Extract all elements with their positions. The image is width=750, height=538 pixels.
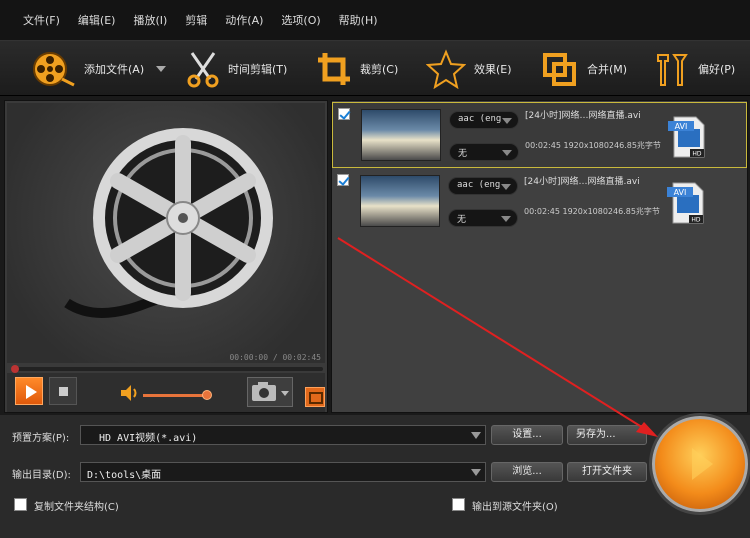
star-icon — [426, 49, 466, 89]
menu-edit[interactable]: 编辑(E) — [69, 12, 125, 28]
tools-icon — [657, 54, 688, 86]
chevron-down-icon — [502, 118, 512, 124]
subtitle-value: 无 — [457, 215, 467, 225]
file-list: aac (eng 无 [24小时]网络…网络直播.avi 00:02:45 19… — [331, 100, 748, 413]
svg-text:HD: HD — [692, 151, 702, 158]
file-name: [24小时]网络…网络直播.avi — [524, 177, 640, 187]
progress-bar[interactable] — [11, 365, 323, 373]
volume-icon[interactable] — [119, 384, 139, 402]
browse-button[interactable]: 浏览... — [491, 462, 563, 482]
chevron-down-icon — [501, 184, 511, 190]
copy-structure-checkbox[interactable] — [14, 498, 27, 511]
stop-button[interactable] — [49, 377, 77, 405]
playback-controls — [7, 373, 325, 412]
video-preview — [7, 103, 325, 363]
file-info: 00:02:45 1920x1080246.85兆字节 — [524, 207, 660, 216]
menu-clip[interactable]: 剪辑 — [176, 12, 216, 28]
video-thumbnail — [360, 175, 440, 227]
preset-value: HD AVI视频(*.avi) — [99, 433, 198, 444]
play-icon — [692, 448, 713, 480]
list-item[interactable]: aac (eng 无 [24小时]网络…网络直播.avi 00:02:45 19… — [332, 102, 747, 168]
subtitle-select[interactable]: 无 — [448, 209, 518, 227]
merge-button[interactable]: 合并(M) — [541, 41, 627, 97]
effect-button[interactable]: 效果(E) — [426, 41, 512, 97]
chevron-down-icon[interactable] — [156, 66, 167, 72]
trim-button[interactable]: 时间剪辑(T) — [186, 41, 287, 97]
file-info: 00:02:45 1920x1080246.85兆字节 — [525, 141, 661, 150]
svg-text:HD: HD — [691, 217, 701, 224]
play-button[interactable] — [15, 377, 43, 405]
chevron-down-icon — [501, 216, 511, 222]
preview-panel: 00:00:00 / 00:02:45 — [4, 100, 328, 413]
save-as-label: 另存为... — [576, 429, 616, 440]
subtitle-select[interactable]: 无 — [449, 143, 519, 161]
volume-slider[interactable] — [143, 394, 207, 397]
video-thumbnail — [361, 109, 441, 161]
add-file-label: 添加文件(A) — [84, 63, 145, 76]
scissors-icon — [187, 52, 219, 88]
menu-file[interactable]: 文件(F) — [14, 12, 69, 28]
format-badge: AVI — [674, 188, 687, 197]
film-reel-icon — [64, 128, 273, 318]
snapshot-button[interactable] — [247, 377, 293, 407]
subtitle-value: 无 — [458, 149, 468, 159]
preset-select[interactable]: HD AVI视频(*.avi) — [80, 425, 486, 445]
crop-label: 裁剪(C) — [360, 63, 399, 76]
camera-icon — [252, 382, 289, 401]
play-icon — [26, 385, 37, 399]
snapshot-folder-button[interactable] — [305, 387, 325, 407]
progress-knob[interactable] — [11, 365, 19, 373]
merge-label: 合并(M) — [587, 63, 628, 76]
open-folder-button[interactable]: 打开文件夹 — [567, 462, 647, 482]
crop-icon — [318, 53, 350, 85]
output-dir-select[interactable]: D:\tools\桌面 — [80, 462, 486, 482]
prefs-label: 偏好(P) — [698, 63, 736, 76]
merge-icon — [543, 53, 576, 86]
crop-button[interactable]: 裁剪(C) — [316, 41, 398, 97]
output-to-source-checkbox[interactable] — [452, 498, 465, 511]
film-reel-icon — [33, 52, 75, 87]
trim-label: 时间剪辑(T) — [228, 63, 288, 76]
file-checkbox[interactable] — [338, 108, 350, 120]
audio-track-select[interactable]: aac (eng — [449, 111, 519, 129]
copy-structure-label: 复制文件夹结构(C) — [34, 502, 119, 513]
convert-button[interactable] — [652, 416, 748, 512]
list-item[interactable]: aac (eng 无 [24小时]网络…网络直播.avi 00:02:45 19… — [332, 169, 747, 235]
film-icon — [309, 392, 323, 404]
toolbar: 添加文件(A) 时间剪辑(T) 裁剪(C) 效果(E) 合并(M) 偏好(P) — [0, 40, 750, 96]
menu-action[interactable]: 动作(A) — [216, 12, 272, 28]
menu-play[interactable]: 播放(I) — [124, 12, 176, 28]
audio-track-select[interactable]: aac (eng — [448, 177, 518, 195]
add-file-button[interactable]: 添加文件(A) — [30, 41, 167, 97]
prefs-button[interactable]: 偏好(P) — [652, 41, 735, 97]
file-checkbox[interactable] — [337, 174, 349, 186]
audio-track-value: aac (eng — [457, 180, 501, 190]
menu-bar: 文件(F) 编辑(E) 播放(I) 剪辑 动作(A) 选项(O) 帮助(H) — [0, 0, 750, 40]
preset-label: 预置方案(P): — [12, 433, 70, 444]
chevron-down-icon — [471, 432, 481, 439]
output-dir-label: 输出目录(D): — [12, 470, 71, 481]
format-badge: AVI — [675, 122, 688, 131]
file-name: [24小时]网络…网络直播.avi — [525, 111, 641, 121]
effect-label: 效果(E) — [474, 63, 512, 76]
settings-button[interactable]: 设置... — [491, 425, 563, 445]
menu-options[interactable]: 选项(O) — [272, 12, 329, 28]
save-as-button[interactable]: 另存为... — [567, 425, 647, 445]
audio-track-value: aac (eng — [458, 114, 502, 124]
menu-help[interactable]: 帮助(H) — [330, 12, 387, 28]
time-display: 00:00:00 / 00:02:45 — [229, 353, 321, 362]
volume-knob[interactable] — [202, 390, 212, 400]
output-to-source-label: 输出到源文件夹(O) — [472, 502, 558, 513]
avi-file-icon: AVI HD — [668, 116, 705, 158]
chevron-down-icon — [502, 150, 512, 156]
avi-file-icon: AVI HD — [667, 182, 704, 224]
output-settings: 预置方案(P): HD AVI视频(*.avi) 设置... 另存为... 输出… — [0, 415, 750, 538]
chevron-down-icon — [471, 469, 481, 476]
output-dir-value: D:\tools\桌面 — [87, 470, 162, 481]
